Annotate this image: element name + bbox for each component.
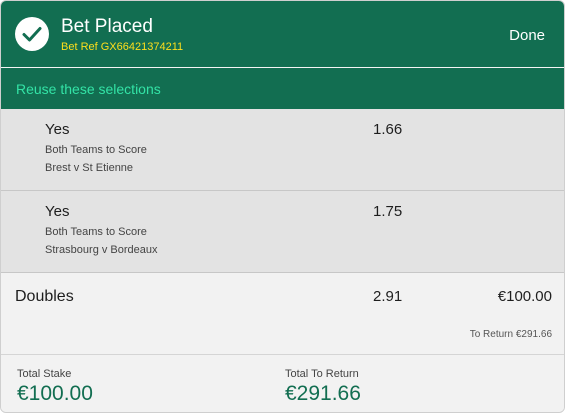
selection-name: Yes [45,121,70,138]
doubles-stake: €100.00 [497,288,552,305]
bet-reference: Bet Ref GX66421374211 [61,41,184,53]
total-return-value: €291.66 [285,382,361,405]
selection-event: Strasbourg v Bordeaux [45,244,158,256]
selection-item: Yes 1.75 Both Teams to Score Strasbourg … [1,191,564,273]
total-return-label: Total To Return [285,368,359,380]
selection-market: Both Teams to Score [45,226,147,238]
selection-item: Yes 1.66 Both Teams to Score Brest v St … [1,109,564,191]
reuse-selections-label: Reuse these selections [16,81,161,97]
selection-name: Yes [45,203,70,220]
totals-footer: Total Stake €100.00 Total To Return €291… [1,355,564,412]
doubles-label: Doubles [15,288,74,305]
selection-odds: 1.75 [373,203,403,220]
total-stake-label: Total Stake [17,368,72,380]
doubles-odds: 2.91 [373,288,403,305]
bet-receipt-panel: Bet Placed Bet Ref GX66421374211 Done Re… [0,0,565,413]
reuse-selections-button[interactable]: Reuse these selections [1,68,564,109]
page-title: Bet Placed [61,16,153,37]
total-stake-value: €100.00 [17,382,93,405]
check-circle-icon [15,17,49,51]
receipt-header: Bet Placed Bet Ref GX66421374211 Done [1,1,564,67]
selection-market: Both Teams to Score [45,144,147,156]
doubles-row: Doubles 2.91 €100.00 To Return €291.66 [1,274,564,355]
selection-odds: 1.66 [373,121,403,138]
doubles-to-return: To Return €291.66 [469,329,552,340]
done-button[interactable]: Done [509,27,545,45]
selection-event: Brest v St Etienne [45,162,134,174]
